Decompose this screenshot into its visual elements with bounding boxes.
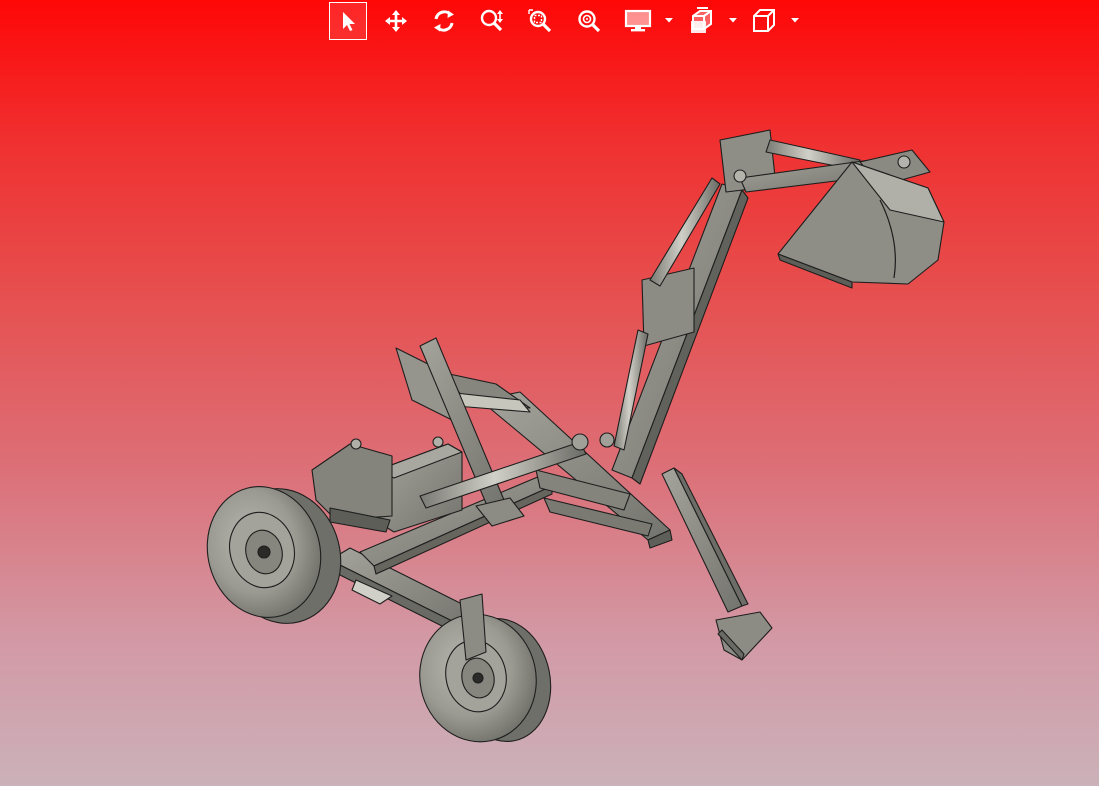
zoom-updown-icon (480, 9, 503, 32)
arrow-pointer-icon (343, 12, 355, 31)
zoom-fit-icon (578, 10, 601, 33)
pan-tool-button[interactable] (377, 2, 415, 40)
display-style-button[interactable] (619, 2, 657, 40)
zoom-tool-button[interactable] (473, 2, 511, 40)
display-style-dropdown-icon[interactable] (665, 16, 673, 24)
3d-viewport[interactable] (0, 44, 1099, 786)
control-valve-block (311, 436, 463, 533)
section-view-button[interactable] (683, 2, 721, 40)
rotate-tool-button[interactable] (425, 2, 463, 40)
cube-icon (753, 9, 775, 32)
zoom-fit-button[interactable] (570, 2, 608, 40)
monitor-icon (624, 9, 652, 32)
view-orientation-button[interactable] (745, 2, 783, 40)
view-orientation-dropdown-icon[interactable] (791, 16, 799, 24)
move-arrows-icon (385, 10, 407, 32)
stabilizer-leg (661, 467, 773, 661)
view-toolbar (0, 0, 1099, 44)
select-tool-button[interactable] (329, 2, 367, 40)
section-view-dropdown-icon[interactable] (729, 16, 737, 24)
zoom-window-button[interactable] (521, 2, 559, 40)
section-cube-icon (691, 7, 712, 33)
rotate-icon (434, 10, 454, 32)
backhoe-model[interactable] (193, 129, 945, 753)
zoom-window-icon (528, 9, 552, 33)
